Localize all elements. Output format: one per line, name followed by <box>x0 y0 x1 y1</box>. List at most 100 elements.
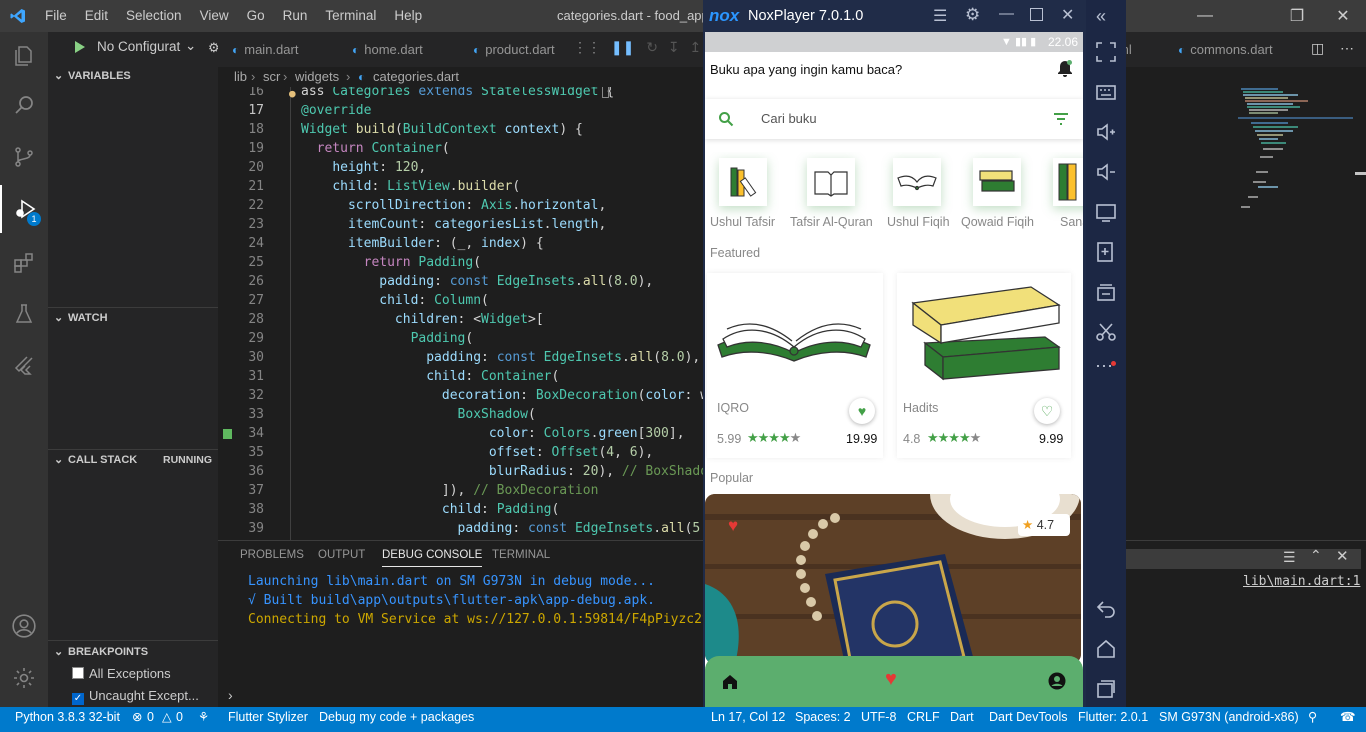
status-position[interactable]: Ln 17, Col 12 <box>711 707 785 728</box>
category-item[interactable] <box>719 158 767 206</box>
flutter-icon[interactable] <box>0 342 48 390</box>
code-line[interactable]: Widget build(BuildContext context) { <box>301 122 583 137</box>
status-devtools[interactable]: Dart DevTools <box>989 707 1068 728</box>
code-editor[interactable]: ● 16 ass Categories extends StatelessWidg… <box>218 87 703 540</box>
error-icon[interactable]: ⊗ <box>132 707 142 728</box>
close-window-button[interactable]: ✕ <box>1320 0 1366 32</box>
code-line[interactable]: child: Padding( <box>301 502 559 517</box>
breakpoint-checkbox-checked[interactable]: ✓ <box>72 693 84 705</box>
menu-help[interactable]: Help <box>385 0 431 32</box>
lightbulb-icon[interactable]: ● <box>289 87 296 100</box>
step-out-icon[interactable]: ↥ <box>690 39 702 55</box>
tab-product-dart[interactable]: ◐ product.dart <box>473 32 555 67</box>
category-item[interactable] <box>973 158 1021 206</box>
status-errors[interactable]: 0 <box>147 707 154 728</box>
featured-book-card[interactable]: IQRO ♥ 5.99 ★★★★★ 19.99 <box>707 273 883 458</box>
menu-view[interactable]: View <box>191 0 238 32</box>
code-line[interactable]: child: Column( <box>301 293 489 308</box>
category-item[interactable] <box>893 158 941 206</box>
code-line[interactable]: return Container( <box>301 141 450 156</box>
volume-down-icon[interactable] <box>1095 161 1117 183</box>
restart-icon[interactable]: ↻ <box>646 39 658 55</box>
tab-terminal[interactable]: TERMINAL <box>492 549 550 561</box>
breakpoint-checkbox[interactable] <box>72 667 84 679</box>
nox-close-icon[interactable]: ✕ <box>1061 5 1074 25</box>
menu-file[interactable]: File <box>36 0 76 32</box>
code-line[interactable]: child: ListView.builder( <box>301 179 520 194</box>
status-stylizer[interactable]: Flutter Stylizer <box>228 707 308 728</box>
code-line[interactable]: height: 120, <box>301 160 426 175</box>
menu-terminal[interactable]: Terminal <box>316 0 385 32</box>
status-spaces[interactable]: Spaces: 2 <box>795 707 851 728</box>
menu-selection[interactable]: Selection <box>117 0 191 32</box>
breadcrumb-widgets[interactable]: widgets <box>295 67 339 87</box>
search-input[interactable]: Cari buku <box>761 111 817 126</box>
code-line[interactable]: ass Categories extends StatelessWidget { <box>301 87 614 99</box>
scrollbar-thumb[interactable] <box>1355 172 1366 175</box>
step-into-icon[interactable]: ↧ <box>668 39 680 55</box>
filter-icon[interactable] <box>1053 112 1069 126</box>
restore-button[interactable]: ❐ <box>1274 0 1320 32</box>
nox-minimize-icon[interactable]: — <box>999 5 1014 22</box>
split-editor-icon[interactable]: ◫ <box>1311 40 1324 57</box>
code-line[interactable]: color: Colors.green[300], <box>301 426 685 441</box>
tab-debug-console[interactable]: DEBUG CONSOLE <box>382 549 483 567</box>
code-line[interactable]: Padding( <box>301 331 474 346</box>
hamburger-menu-icon[interactable]: ☰ <box>933 6 947 26</box>
code-line[interactable]: padding: const EdgeInsets.all(5. <box>301 521 703 536</box>
code-line[interactable]: children: <Widget>[ <box>301 312 544 327</box>
menu-run[interactable]: Run <box>274 0 317 32</box>
pause-icon[interactable]: ❚❚ <box>611 39 634 55</box>
breakpoint-all-exceptions[interactable]: All Exceptions <box>72 666 171 681</box>
volume-up-icon[interactable] <box>1095 121 1117 143</box>
fullscreen-icon[interactable] <box>1095 41 1117 63</box>
search-icon[interactable] <box>0 81 48 129</box>
notifications-bell-icon[interactable]: ☎ <box>1340 707 1356 728</box>
search-bar[interactable]: Cari buku <box>705 99 1083 139</box>
code-line[interactable]: child: Container( <box>301 369 559 384</box>
settings-gear-icon[interactable]: ⚙ <box>965 5 980 25</box>
code-line[interactable]: itemCount: categoriesList.length, <box>301 217 606 232</box>
menu-go[interactable]: Go <box>238 0 274 32</box>
clear-console-icon[interactable]: ☰ <box>1283 549 1296 566</box>
more-actions-icon[interactable]: ⋯ <box>1340 40 1354 57</box>
profile-icon[interactable] <box>1048 672 1066 690</box>
extensions-icon[interactable] <box>0 239 48 287</box>
code-line[interactable]: return Padding( <box>301 255 481 270</box>
maximize-panel-icon[interactable]: ⌃ <box>1310 547 1322 564</box>
console-filter-input[interactable] <box>1123 549 1361 569</box>
console-source-link[interactable]: lib\main.dart:1 <box>1243 574 1360 589</box>
code-line[interactable]: padding: const EdgeInsets.all(8.0), <box>301 274 653 289</box>
collapse-toolbar-icon[interactable]: « <box>1096 6 1106 27</box>
watch-section-header[interactable]: ⌄ WATCH <box>48 307 218 329</box>
category-item[interactable] <box>807 158 855 206</box>
status-warnings[interactable]: 0 <box>176 707 183 728</box>
tab-output[interactable]: OUTPUT <box>318 549 365 561</box>
minimap[interactable] <box>1238 87 1353 217</box>
code-line[interactable]: itemBuilder: (_, index) { <box>301 236 544 251</box>
start-debugging-button[interactable] <box>74 40 86 57</box>
home-icon[interactable] <box>722 674 738 690</box>
home-icon[interactable] <box>1095 638 1117 660</box>
status-language[interactable]: Dart <box>950 707 974 728</box>
breadcrumb-file[interactable]: categories.dart <box>373 67 459 87</box>
explorer-icon[interactable] <box>0 32 48 80</box>
breakpoints-section-header[interactable]: ⌄ BREAKPOINTS <box>48 641 218 663</box>
code-line[interactable]: padding: const EdgeInsets.all(8.0), <box>301 350 700 365</box>
status-flutter[interactable]: Flutter: 2.0.1 <box>1078 707 1148 728</box>
debug-config-select[interactable]: No Configurat ⌄ <box>97 39 201 59</box>
code-line[interactable]: blurRadius: 20), // BoxShado <box>301 464 703 479</box>
minimize-button[interactable]: — <box>1182 0 1228 32</box>
code-line[interactable]: offset: Offset(4, 6), <box>301 445 653 460</box>
call-stack-section-header[interactable]: ⌄ CALL STACK RUNNING <box>48 449 218 471</box>
category-item[interactable] <box>1053 158 1083 206</box>
scissors-icon[interactable] <box>1095 321 1117 343</box>
source-control-icon[interactable] <box>0 133 48 181</box>
breadcrumb-scr[interactable]: scr <box>263 67 280 87</box>
code-line[interactable]: decoration: BoxDecoration(color: w <box>301 388 703 403</box>
notifications-bell-icon[interactable] <box>1057 60 1073 81</box>
console-input-chevron-icon[interactable]: › <box>228 687 233 703</box>
popular-book-card[interactable]: ♥ ★ 4.7 <box>705 494 1081 664</box>
screenshot-icon[interactable] <box>1095 201 1117 223</box>
status-encoding[interactable]: UTF-8 <box>861 707 896 728</box>
